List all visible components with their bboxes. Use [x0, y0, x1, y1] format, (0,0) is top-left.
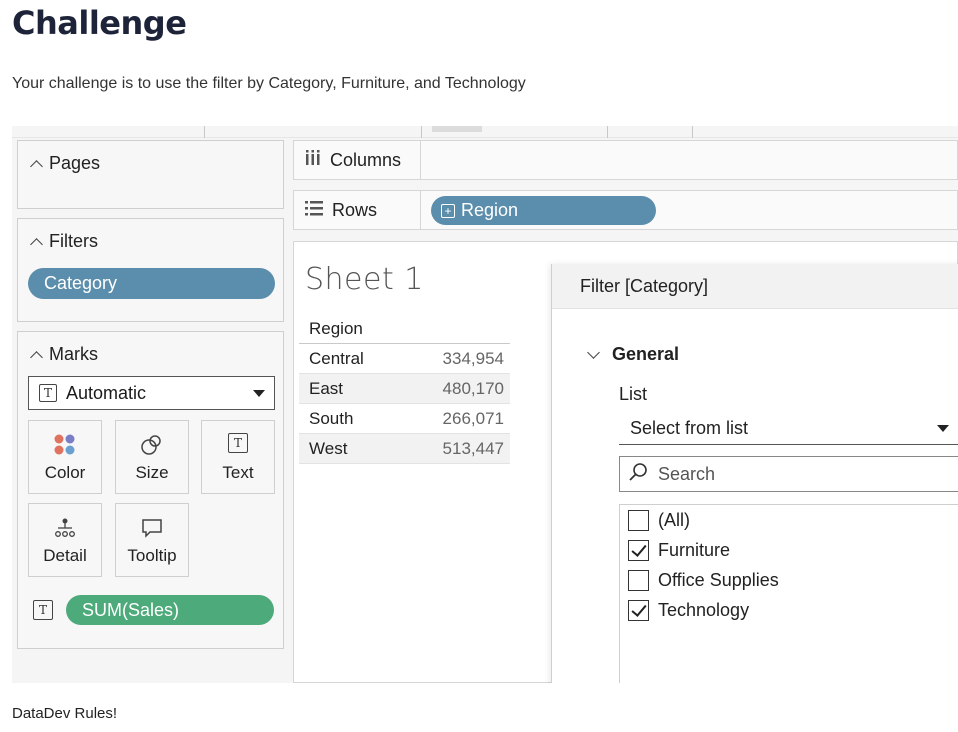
checkbox[interactable] — [628, 509, 649, 531]
expand-plus-icon[interactable]: + — [441, 203, 455, 218]
sum-sales-pill[interactable]: SUM(Sales) — [66, 595, 274, 625]
filters-header[interactable]: Filters — [30, 231, 98, 252]
size-label: Size — [135, 463, 169, 482]
checkbox-label: (All) — [658, 509, 690, 530]
color-icon — [53, 433, 77, 462]
checkbox-item-technology[interactable]: Technology — [628, 598, 749, 622]
tableau-workspace: Pages Filters Category Marks T Automatic… — [12, 126, 958, 683]
rows-label: Rows — [332, 199, 378, 220]
checkbox-label: Furniture — [658, 539, 731, 560]
search-placeholder: Search — [658, 463, 716, 484]
intro-text: Your challenge is to use the filter by C… — [12, 75, 526, 92]
region-cell: Central — [309, 348, 364, 368]
marks-label: Marks — [49, 344, 98, 364]
checkbox-item-office-supplies[interactable]: Office Supplies — [628, 568, 779, 592]
collapse-icon — [30, 350, 43, 364]
search-icon — [628, 462, 648, 487]
checkbox-label: Office Supplies — [658, 569, 779, 590]
columns-shelf[interactable]: Columns — [293, 140, 958, 180]
filter-search-input[interactable]: Search — [619, 456, 958, 492]
value-cell: 513,447 — [442, 438, 504, 458]
rows-shelf-label: Rows — [294, 191, 421, 229]
checkbox[interactable] — [628, 569, 649, 591]
checkbox-item-all[interactable]: (All) — [628, 508, 690, 532]
general-section-toggle[interactable]: General — [587, 344, 680, 365]
value-cell: 266,071 — [442, 408, 504, 428]
sheet-canvas: Sheet 1 Region Central 334,954 East 480,… — [293, 241, 958, 683]
collapse-icon — [30, 237, 43, 251]
list-label: List — [619, 384, 648, 404]
list-mode-select[interactable]: Select from list — [619, 411, 958, 445]
size-icon — [140, 433, 164, 462]
text-label: Text — [222, 463, 254, 482]
table-row[interactable]: South 266,071 — [299, 404, 510, 434]
pages-card: Pages — [17, 140, 284, 209]
dropdown-arrow-icon — [937, 425, 949, 432]
columns-shelf-label: Columns — [294, 141, 421, 179]
checkbox-label: Technology — [658, 599, 750, 620]
dropdown-arrow-icon — [253, 390, 265, 397]
checkbox[interactable] — [628, 599, 649, 621]
text-mark-icon: T — [39, 384, 57, 402]
category-checklist: (All) Furniture Office Supplies Technolo… — [619, 504, 958, 683]
page-title: Challenge — [12, 4, 187, 42]
tooltip-button[interactable]: Tooltip — [115, 503, 189, 577]
region-cell: South — [309, 408, 354, 428]
rows-shelf[interactable]: Rows + Region — [293, 190, 958, 230]
text-icon: T — [228, 433, 248, 453]
category-filter-pill[interactable]: Category — [28, 268, 275, 299]
list-mode-value: Select from list — [630, 418, 749, 438]
marks-header[interactable]: Marks — [30, 344, 98, 365]
mark-type-dropdown[interactable]: T Automatic — [28, 376, 275, 410]
filters-card: Filters Category — [17, 218, 284, 322]
general-label: General — [612, 344, 680, 364]
value-cell: 334,954 — [442, 348, 504, 368]
text-button[interactable]: T Text — [201, 420, 275, 494]
checkbox-item-furniture[interactable]: Furniture — [628, 538, 730, 562]
data-table: Region Central 334,954 East 480,170 Sout… — [299, 314, 510, 464]
table-row[interactable]: East 480,170 — [299, 374, 510, 404]
table-header-region: Region — [299, 314, 510, 344]
color-button[interactable]: Color — [28, 420, 102, 494]
color-label: Color — [44, 463, 86, 482]
text-encoding-icon: T — [33, 600, 53, 620]
detail-icon — [53, 516, 77, 545]
marks-card: Marks T Automatic Color Size T Text Deta… — [17, 331, 284, 649]
value-cell: 480,170 — [442, 378, 504, 398]
filter-dialog-title: Filter [Category] — [552, 264, 958, 309]
pages-label: Pages — [49, 153, 101, 173]
region-pill-label: Region — [461, 200, 519, 220]
tooltip-icon — [140, 516, 164, 545]
sheet-title: Sheet 1 — [305, 262, 424, 297]
collapse-icon — [30, 159, 43, 173]
checkbox[interactable] — [628, 539, 649, 561]
mark-type-label: Automatic — [66, 382, 147, 403]
filters-label: Filters — [49, 231, 98, 251]
region-cell: East — [309, 378, 344, 398]
footer-text: DataDev Rules! — [12, 705, 118, 722]
detail-label: Detail — [43, 546, 87, 565]
region-rows-pill[interactable]: + Region — [431, 196, 656, 225]
pages-header[interactable]: Pages — [30, 153, 101, 174]
columns-icon — [304, 149, 322, 172]
rows-icon — [304, 199, 324, 222]
table-row[interactable]: West 513,447 — [299, 434, 510, 464]
size-button[interactable]: Size — [115, 420, 189, 494]
region-cell: West — [309, 438, 348, 458]
detail-button[interactable]: Detail — [28, 503, 102, 577]
chevron-down-icon — [587, 346, 600, 359]
toolbar-strip — [12, 126, 958, 138]
columns-label: Columns — [330, 149, 402, 170]
tooltip-label: Tooltip — [127, 546, 177, 565]
filter-dialog: Filter [Category] General List Select fr… — [551, 264, 958, 683]
table-row[interactable]: Central 334,954 — [299, 344, 510, 374]
